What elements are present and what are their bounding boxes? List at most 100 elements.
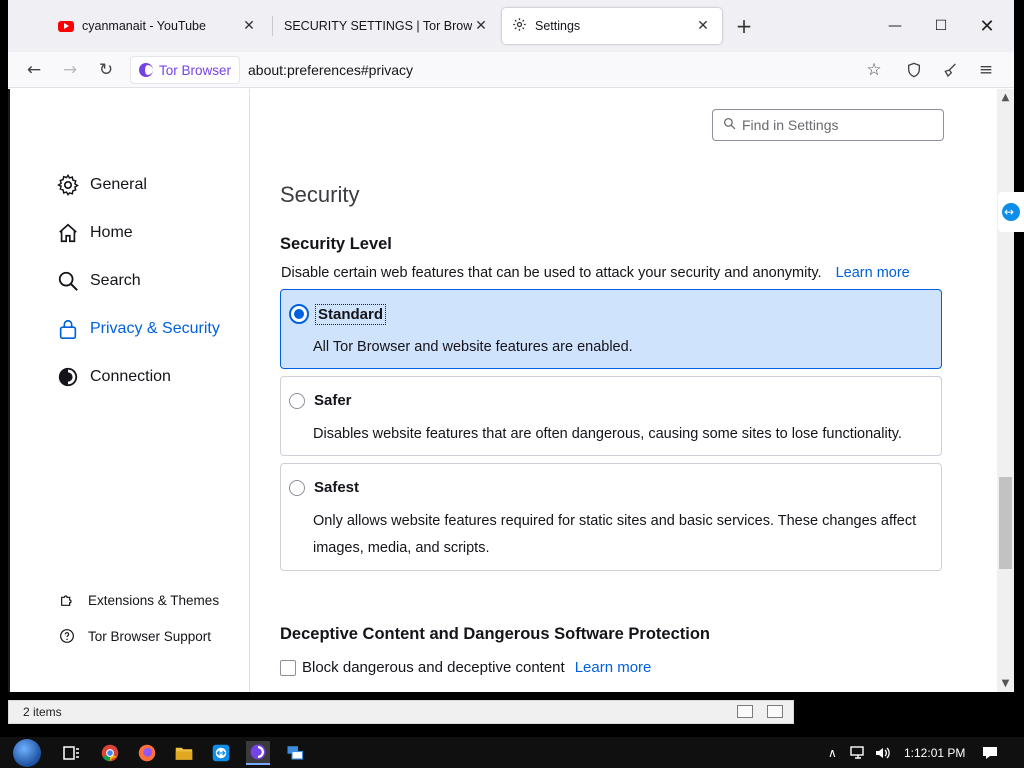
category-label: Search <box>90 272 141 289</box>
security-level-heading: Security Level <box>280 235 392 253</box>
close-tab-icon[interactable]: ✕ <box>694 17 712 35</box>
tor-browser-taskbar-icon[interactable] <box>246 741 270 765</box>
block-dangerous-row: Block dangerous and deceptive content Le… <box>280 659 651 676</box>
safer-title: Safer <box>314 392 352 409</box>
reload-button[interactable]: ↻ <box>92 56 120 84</box>
safest-title: Safest <box>314 479 360 496</box>
settings-sidebar: General Home Search Privacy & Security C… <box>10 89 250 692</box>
block-dangerous-label[interactable]: Block dangerous and deceptive content <box>302 659 565 676</box>
show-hidden-icons-icon[interactable]: ∧ <box>828 737 837 768</box>
standard-title: Standard <box>314 303 387 325</box>
category-label: Privacy & Security <box>90 320 220 337</box>
teamviewer-icon <box>1002 203 1020 221</box>
lock-icon <box>56 317 80 341</box>
security-level-description: Disable certain web features that can be… <box>281 265 910 281</box>
safer-description: Disables website features that are often… <box>313 426 902 442</box>
clock[interactable]: 1:12:01 PM <box>904 737 965 768</box>
scroll-up-arrow-icon[interactable]: ▲ <box>997 89 1014 106</box>
scroll-thumb[interactable] <box>999 477 1012 569</box>
tor-support-label: Tor Browser Support <box>88 628 212 644</box>
close-tab-icon[interactable]: ✕ <box>240 17 258 35</box>
gear-icon <box>512 17 527 35</box>
page-scrollbar[interactable]: ▲ ▼ <box>997 89 1014 692</box>
network-icon[interactable] <box>850 737 866 768</box>
close-tab-icon[interactable]: ✕ <box>472 17 490 35</box>
block-dangerous-checkbox[interactable] <box>280 659 296 676</box>
menu-hamburger-icon[interactable]: ≡ <box>972 56 1000 84</box>
learn-more-link[interactable]: Learn more <box>575 659 652 676</box>
gear-icon <box>56 173 80 197</box>
security-level-safer[interactable]: Safer Disables website features that are… <box>280 376 942 456</box>
new-tab-button[interactable]: + <box>732 14 756 38</box>
tab-security-settings[interactable]: SECURITY SETTINGS | Tor Browser M ✕ <box>274 8 500 44</box>
large-icons-view-icon[interactable] <box>767 705 783 718</box>
settings-main: Find in Settings Security Security Level… <box>280 89 996 692</box>
minimize-button[interactable]: — <box>872 8 918 44</box>
extensions-themes-link[interactable]: Extensions & Themes <box>58 589 219 611</box>
category-label: Home <box>90 224 133 241</box>
category-home[interactable]: Home <box>56 217 133 249</box>
scroll-down-arrow-icon[interactable]: ▼ <box>997 675 1014 692</box>
maximize-button[interactable]: ☐ <box>918 8 964 44</box>
task-view-icon[interactable] <box>60 741 84 765</box>
firefox-icon[interactable] <box>135 741 159 765</box>
back-button[interactable]: ← <box>20 56 48 84</box>
safest-description: Only allows website features required fo… <box>313 513 917 556</box>
category-general[interactable]: General <box>56 169 147 201</box>
category-label: Connection <box>90 368 171 385</box>
chrome-icon[interactable] <box>98 741 122 765</box>
explorer-status-bar: 2 items <box>8 700 794 724</box>
identity-box[interactable]: Tor Browser <box>130 56 241 84</box>
youtube-icon <box>58 20 74 32</box>
find-placeholder: Find in Settings <box>742 117 839 133</box>
bookmark-star-icon[interactable]: ☆ <box>860 56 888 84</box>
description-text: Disable certain web features that can be… <box>281 265 822 281</box>
category-connection[interactable]: Connection <box>56 361 171 393</box>
category-privacy-security[interactable]: Privacy & Security <box>56 313 220 345</box>
learn-more-link[interactable]: Learn more <box>836 265 910 281</box>
forward-button[interactable]: → <box>56 56 84 84</box>
remote-desktop-icon[interactable] <box>283 741 307 765</box>
volume-icon[interactable] <box>874 737 892 768</box>
items-count: 2 items <box>23 705 62 719</box>
find-in-settings-input[interactable]: Find in Settings <box>712 109 944 141</box>
shield-icon[interactable] <box>900 56 928 84</box>
search-icon <box>56 269 80 293</box>
tor-onion-icon <box>56 365 80 389</box>
tab-youtube[interactable]: cyanmanait - YouTube ✕ <box>48 8 268 44</box>
tor-support-link[interactable]: Tor Browser Support <box>58 625 211 647</box>
new-identity-broom-icon[interactable] <box>936 56 964 84</box>
safer-radio[interactable] <box>289 392 305 409</box>
windows-start-orb-icon <box>13 738 41 767</box>
tor-onion-icon <box>139 63 153 77</box>
notifications-icon[interactable] <box>982 737 998 768</box>
tab-title: SECURITY SETTINGS | Tor Browser M <box>284 19 472 33</box>
taskbar: ∧ 1:12:01 PM <box>0 737 1024 768</box>
teamviewer-icon[interactable] <box>209 741 233 765</box>
help-icon <box>58 627 76 645</box>
tab-settings[interactable]: Settings ✕ <box>502 8 722 44</box>
category-search[interactable]: Search <box>56 265 141 297</box>
start-button[interactable] <box>10 737 44 768</box>
search-icon <box>723 117 736 133</box>
details-view-icon[interactable] <box>737 705 753 718</box>
safest-radio[interactable] <box>289 479 305 496</box>
category-label: General <box>90 176 147 193</box>
identity-label: Tor Browser <box>159 62 232 78</box>
tab-strip: cyanmanait - YouTube ✕ SECURITY SETTINGS… <box>8 0 1014 52</box>
standard-radio[interactable] <box>289 304 309 324</box>
url-bar[interactable]: Tor Browser about:preferences#privacy <box>130 54 910 86</box>
navigation-toolbar: ← → ↻ Tor Browser about:preferences#priv… <box>8 52 1014 88</box>
file-explorer-icon[interactable] <box>172 741 196 765</box>
security-level-standard[interactable]: Standard All Tor Browser and website fea… <box>280 289 942 369</box>
tab-title: Settings <box>535 19 581 33</box>
teamviewer-widget[interactable] <box>998 192 1024 232</box>
tab-separator <box>272 16 273 36</box>
home-icon <box>56 221 80 245</box>
puzzle-icon <box>58 591 76 609</box>
tab-title: cyanmanait - YouTube <box>82 19 206 33</box>
security-level-safest[interactable]: Safest Only allows website features requ… <box>280 463 942 571</box>
close-window-button[interactable]: ✕ <box>964 8 1010 44</box>
standard-description: All Tor Browser and website features are… <box>313 339 633 355</box>
url-text[interactable]: about:preferences#privacy <box>248 62 413 78</box>
